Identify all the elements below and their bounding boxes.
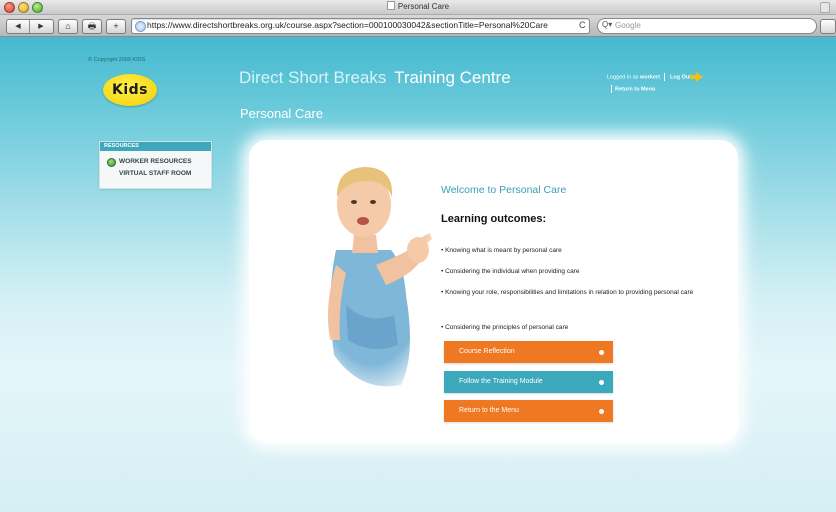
course-reflection-button[interactable]: Course Reflection <box>444 341 613 363</box>
search-field[interactable]: Q▾ <box>597 18 817 34</box>
return-menu-row: Return to Menu <box>611 85 655 93</box>
search-input[interactable] <box>615 20 805 31</box>
title-bar: Personal Care <box>0 0 836 15</box>
kids-logo[interactable]: Kids <box>103 74 157 106</box>
print-icon: 🖶 <box>87 21 97 31</box>
print-button[interactable]: 🖶 <box>82 19 102 34</box>
divider <box>611 85 612 93</box>
welcome-heading: Welcome to Personal Care <box>441 184 567 196</box>
worker-resources-link[interactable]: WORKER RESOURCES <box>119 158 192 165</box>
page-title: Personal Care <box>240 106 324 121</box>
home-icon: ⌂ <box>65 21 71 31</box>
reload-button[interactable]: C <box>579 20 586 30</box>
home-button[interactable]: ⌂ <box>58 19 78 34</box>
logged-in-label: Logged in as <box>607 74 639 81</box>
return-to-menu-button[interactable]: Return to the Menu <box>444 400 613 422</box>
resource-bullet-icon <box>107 158 116 167</box>
brand-subtitle: Training Centre <box>394 68 511 87</box>
url-text: https://www.directshortbreaks.org.uk/cou… <box>147 20 548 30</box>
site-brand: Direct Short Breaks Training Centre <box>239 68 511 88</box>
page-icon <box>386 1 395 10</box>
outcome-item: • Knowing your role, responsibilities an… <box>441 289 694 296</box>
divider <box>664 73 666 81</box>
logout-arrow-icon[interactable] <box>689 72 703 82</box>
back-arrow-icon: ◀ <box>15 23 21 30</box>
arrow-dot-icon <box>599 409 604 414</box>
bookmarks-button[interactable] <box>820 19 836 34</box>
toolbar-toggle-button[interactable] <box>820 2 830 13</box>
nav-button-group: ◀ ▶ <box>6 19 54 34</box>
site-icon <box>135 21 146 32</box>
login-status: Logged in as workert Log Out <box>607 72 703 82</box>
learning-outcomes-heading: Learning outcomes: <box>441 213 547 225</box>
outcome-item: • Knowing what is meant by personal care <box>441 247 562 254</box>
outcome-item: • Considering the individual when provid… <box>441 268 580 275</box>
copyright-text: © Copyright 2009 KIDS <box>88 57 146 63</box>
content-card: Welcome to Personal Care Learning outcom… <box>249 140 738 443</box>
browser-toolbar: ◀ ▶ ⌂ 🖶 + https://www.directshortbreaks.… <box>0 15 836 37</box>
logo-text: Kids <box>111 82 148 98</box>
address-bar[interactable]: https://www.directshortbreaks.org.uk/cou… <box>131 18 590 34</box>
follow-training-module-button[interactable]: Follow the Training Module <box>444 371 613 393</box>
search-icon: Q▾ <box>602 20 613 29</box>
web-page: © Copyright 2009 KIDS Kids Direct Short … <box>0 37 836 512</box>
username: workert <box>640 74 660 81</box>
plus-icon: + <box>113 21 119 31</box>
resources-heading: RESOURCES <box>100 142 211 151</box>
arrow-dot-icon <box>599 350 604 355</box>
window-title: Personal Care <box>0 1 836 11</box>
forward-arrow-icon: ▶ <box>38 23 44 30</box>
back-button[interactable]: ◀ <box>7 20 30 33</box>
forward-button[interactable]: ▶ <box>30 20 52 33</box>
return-to-menu-link[interactable]: Return to Menu <box>615 86 655 92</box>
outcome-item: • Considering the principles of personal… <box>441 324 569 331</box>
brand-name: Direct Short Breaks <box>239 68 387 87</box>
browser-window: Personal Care ◀ ▶ ⌂ 🖶 + https://www.dire… <box>0 0 836 512</box>
button-label: Return to the Menu <box>459 407 519 414</box>
reload-icon: C <box>579 20 586 30</box>
button-label: Course Reflection <box>459 348 515 355</box>
virtual-staff-room-link[interactable]: VIRTUAL STAFF ROOM <box>119 170 191 177</box>
boy-pointing-image <box>306 155 438 395</box>
logout-link[interactable]: Log Out <box>670 74 691 80</box>
arrow-dot-icon <box>599 380 604 385</box>
button-label: Follow the Training Module <box>459 378 543 385</box>
resources-panel: RESOURCES WORKER RESOURCES VIRTUAL STAFF… <box>99 141 212 189</box>
add-bookmark-button[interactable]: + <box>106 19 126 34</box>
